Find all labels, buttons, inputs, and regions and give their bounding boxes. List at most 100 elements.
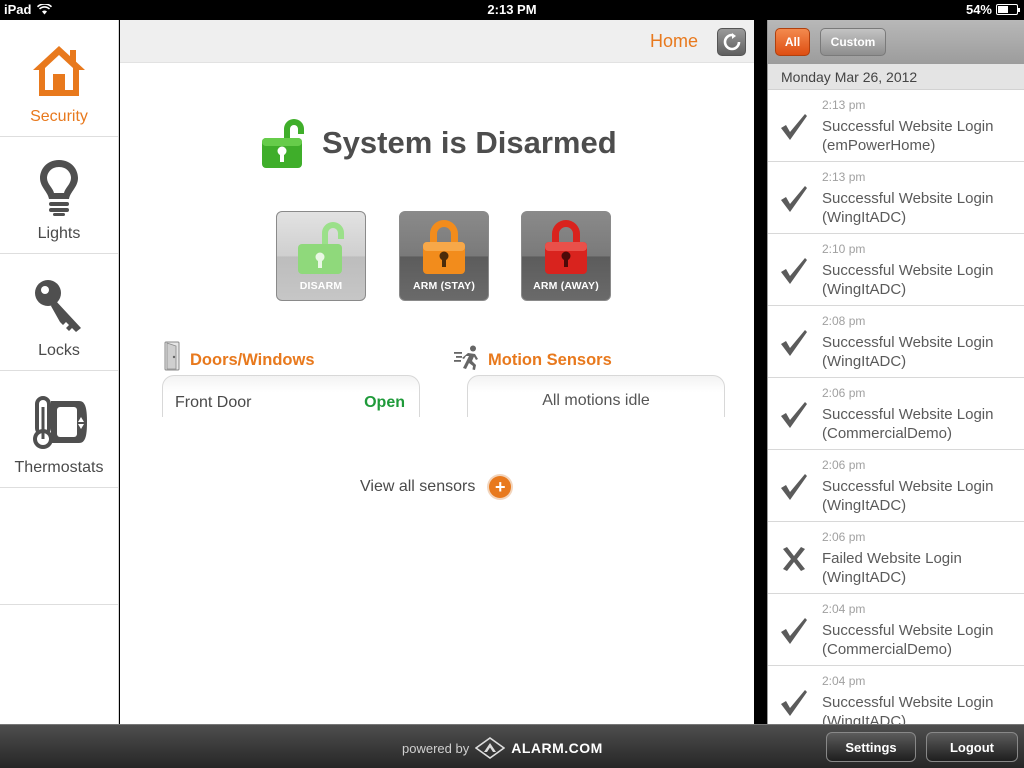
- event-row[interactable]: 2:06 pm Successful Website Login (Commerci…: [768, 378, 1024, 450]
- event-row[interactable]: 2:06 pm Successful Website Login (WingItAD…: [768, 450, 1024, 522]
- status-text: System is Disarmed: [322, 125, 617, 160]
- event-row[interactable]: 2:06 pm Failed Website Login (WingItADC): [768, 522, 1024, 594]
- sidebar-item-label: Thermostats: [14, 459, 104, 476]
- filter-custom-button[interactable]: Custom: [820, 28, 886, 56]
- disarm-label: DISARM: [299, 280, 343, 292]
- event-time: 2:13 pm: [822, 170, 866, 184]
- event-row[interactable]: 2:13 pm Successful Website Login (WingItAD…: [768, 162, 1024, 234]
- sidebar: Security Lights Locks Thermostats: [0, 20, 119, 724]
- bottom-toolbar: powered by ALARM.COM Settings Logout: [0, 724, 1024, 768]
- event-title-line: Failed Website Login: [822, 550, 962, 567]
- event-title: Failed Website Login (WingItADC): [822, 549, 962, 587]
- sidebar-item-label: Lights: [37, 225, 81, 242]
- event-title: Successful Website Login (WingItADC): [822, 261, 993, 299]
- refresh-icon: [723, 33, 740, 51]
- padlock-icon: [545, 220, 587, 274]
- padlock-icon: [423, 220, 465, 274]
- disarm-button[interactable]: DISARM: [276, 211, 366, 301]
- event-title-line: Successful Website Login: [822, 262, 994, 279]
- event-title-detail: (WingItADC): [822, 209, 907, 226]
- event-date-header: Monday Mar 26, 2012: [768, 64, 1024, 90]
- event-title: Successful Website Login (WingItADC): [822, 189, 993, 227]
- event-row[interactable]: 2:04 pm Successful Website Login (Commerci…: [768, 594, 1024, 666]
- motion-sensors-label: Motion Sensors: [488, 351, 612, 369]
- unlocked-padlock-icon: [262, 119, 304, 168]
- event-title-detail: (WingItADC): [822, 713, 907, 724]
- battery-percent: 54%: [965, 2, 992, 17]
- sensor-name: Front Door: [175, 394, 252, 411]
- event-title-detail: (emPowerHome): [822, 137, 936, 154]
- event-title-line: Successful Website Login: [822, 694, 994, 711]
- event-title-detail: (CommercialDemo): [822, 641, 953, 658]
- home-icon: [33, 46, 85, 96]
- checkmark-icon: [781, 186, 807, 212]
- settings-button[interactable]: Settings: [826, 732, 916, 762]
- event-time: 2:04 pm: [822, 674, 866, 688]
- checkmark-icon: [781, 114, 807, 140]
- event-title-detail: (WingItADC): [822, 497, 907, 514]
- event-title: Successful Website Login (WingItADC): [822, 693, 993, 724]
- plus-icon: +: [489, 476, 512, 498]
- event-time: 2:10 pm: [822, 242, 866, 256]
- checkmark-icon: [781, 258, 807, 284]
- sidebar-item-thermostats[interactable]: Thermostats: [0, 371, 118, 488]
- event-title: Successful Website Login (CommercialDemo): [822, 621, 993, 659]
- event-title: Successful Website Login (CommercialDemo): [822, 405, 993, 443]
- sidebar-item-lights[interactable]: Lights: [0, 137, 118, 254]
- checkmark-icon: [781, 402, 807, 428]
- event-row[interactable]: 2:10 pm Successful Website Login (WingItAD…: [768, 234, 1024, 306]
- event-title-detail: (CommercialDemo): [822, 425, 953, 442]
- event-time: 2:06 pm: [822, 386, 866, 400]
- event-title-detail: (WingItADC): [822, 569, 907, 586]
- unlocked-padlock-icon: [298, 222, 344, 274]
- motion-status: All motions idle: [542, 392, 650, 409]
- alarm-com-logo-icon: [475, 737, 506, 759]
- clock: 2:13 PM: [487, 2, 537, 17]
- event-time: 2:06 pm: [822, 530, 866, 544]
- event-row[interactable]: 2:08 pm Successful Website Login (WingItAD…: [768, 306, 1024, 378]
- event-list: 2:13 pm Successful Website Login (emPowerH…: [768, 90, 1024, 724]
- event-time: 2:13 pm: [822, 98, 866, 112]
- thermostat-icon: [33, 396, 87, 449]
- main-header: Home: [120, 20, 754, 63]
- event-row[interactable]: 2:13 pm Successful Website Login (emPowerH…: [768, 90, 1024, 162]
- view-all-sensors-link[interactable]: View all sensors +: [360, 476, 512, 498]
- doors-windows-title: Doors/Windows: [164, 341, 315, 371]
- doors-windows-panel[interactable]: Front Door Open: [162, 375, 420, 417]
- motion-sensors-panel[interactable]: All motions idle: [467, 375, 725, 417]
- x-mark-icon: [783, 547, 805, 571]
- checkmark-icon: [781, 474, 807, 500]
- sidebar-item-security[interactable]: Security: [0, 20, 118, 137]
- view-all-sensors-label: View all sensors: [360, 478, 476, 495]
- event-title: Successful Website Login (WingItADC): [822, 477, 993, 515]
- main-panel: Home System is Disarmed DISARM ARM (STAY…: [120, 20, 754, 724]
- event-history-panel: All Custom Monday Mar 26, 2012 2:13 pm Su…: [767, 20, 1024, 724]
- arm-away-button[interactable]: ARM (AWAY): [521, 211, 611, 301]
- checkmark-icon: [781, 618, 807, 644]
- arm-stay-button[interactable]: ARM (STAY): [399, 211, 489, 301]
- event-title-line: Successful Website Login: [822, 190, 994, 207]
- home-link[interactable]: Home: [650, 31, 698, 52]
- lightbulb-icon: [40, 160, 78, 216]
- arm-stay-label: ARM (STAY): [412, 280, 476, 292]
- running-person-icon: [454, 345, 478, 370]
- battery-icon: [996, 4, 1020, 15]
- powered-by-label: powered by: [402, 740, 470, 756]
- sidebar-spacer: [0, 488, 118, 605]
- event-time: 2:06 pm: [822, 458, 866, 472]
- status-bar: iPad 2:13 PM 54%: [0, 0, 1024, 20]
- refresh-button[interactable]: [717, 28, 746, 56]
- event-title-detail: (WingItADC): [822, 353, 907, 370]
- event-row[interactable]: 2:04 pm Successful Website Login (WingItAD…: [768, 666, 1024, 724]
- sidebar-item-locks[interactable]: Locks: [0, 254, 118, 371]
- event-time: 2:08 pm: [822, 314, 866, 328]
- door-icon: [164, 341, 180, 371]
- sensor-state: Open: [364, 394, 405, 411]
- filter-all-button[interactable]: All: [775, 28, 810, 56]
- sidebar-item-label: Security: [30, 108, 88, 125]
- logout-button[interactable]: Logout: [926, 732, 1018, 762]
- event-title-detail: (WingItADC): [822, 281, 907, 298]
- doors-windows-label: Doors/Windows: [190, 351, 315, 369]
- arm-away-label: ARM (AWAY): [533, 280, 599, 292]
- event-title-line: Successful Website Login: [822, 118, 994, 135]
